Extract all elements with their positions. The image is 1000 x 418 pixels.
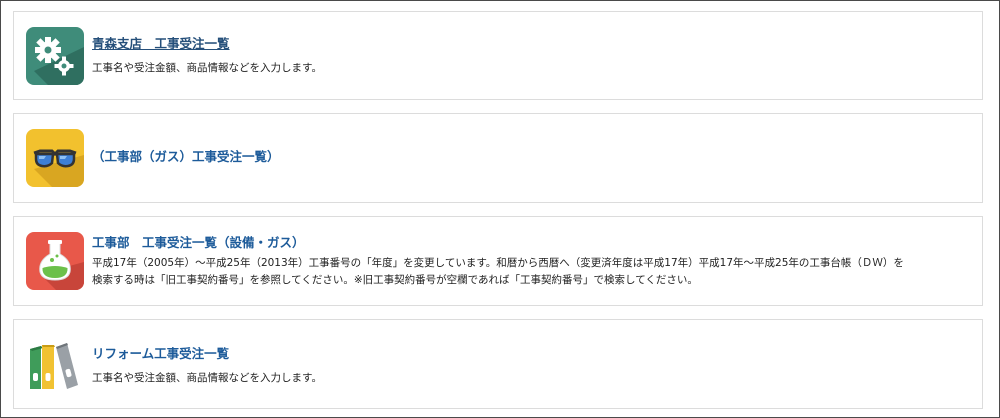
flask-icon	[26, 232, 84, 290]
card-description: 工事名や受注金額、商品情報などを入力します。	[92, 372, 322, 384]
card-title-link[interactable]: （工事部（ガス）工事受注一覧）	[92, 149, 970, 165]
glasses-icon	[26, 129, 84, 187]
description-line: 検索する時は「旧工事契約番号」を参照してください。※旧工事契約番号が空欄であれば…	[92, 274, 698, 286]
page-frame: 青森支店 工事受注一覧 工事名や受注金額、商品情報などを入力します。 （工事部（…	[0, 0, 1000, 418]
app-card-aomori[interactable]: 青森支店 工事受注一覧 工事名や受注金額、商品情報などを入力します。	[13, 11, 983, 100]
card-title-link[interactable]: 工事部 工事受注一覧（設備・ガス）	[92, 235, 970, 251]
app-card-gas[interactable]: （工事部（ガス）工事受注一覧）	[13, 113, 983, 203]
app-card-reform[interactable]: リフォーム工事受注一覧 工事名や受注金額、商品情報などを入力します。	[13, 319, 983, 409]
card-title-link[interactable]: リフォーム工事受注一覧	[92, 346, 970, 362]
card-description: 工事名や受注金額、商品情報などを入力します。	[92, 62, 322, 74]
gears-icon	[26, 26, 84, 85]
description-line: 平成17年（2005年）～平成25年（2013年）工事番号の「年度」を変更してい…	[92, 257, 904, 269]
app-card-equipment-gas[interactable]: 工事部 工事受注一覧（設備・ガス） 平成17年（2005年）～平成25年（201…	[13, 216, 983, 306]
card-title-link[interactable]: 青森支店 工事受注一覧	[92, 36, 970, 52]
card-description: 平成17年（2005年）～平成25年（2013年）工事番号の「年度」を変更してい…	[92, 255, 970, 289]
binders-icon	[26, 335, 84, 393]
